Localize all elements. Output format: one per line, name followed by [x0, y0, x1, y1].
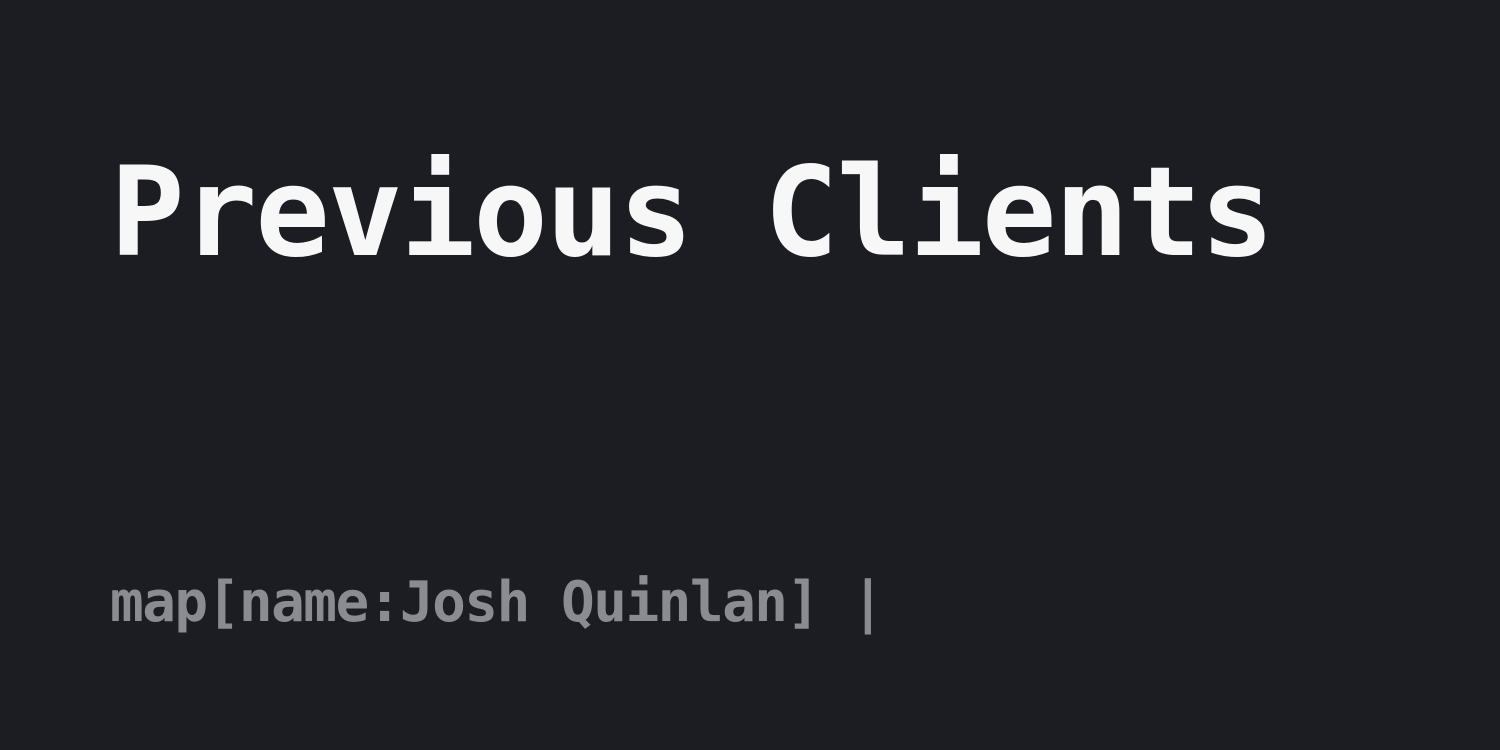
page-subtitle: map[name:Josh Quinlan] |: [110, 570, 885, 635]
social-card: Previous Clients map[name:Josh Quinlan] …: [0, 0, 1500, 750]
page-title: Previous Clients: [110, 141, 1274, 285]
